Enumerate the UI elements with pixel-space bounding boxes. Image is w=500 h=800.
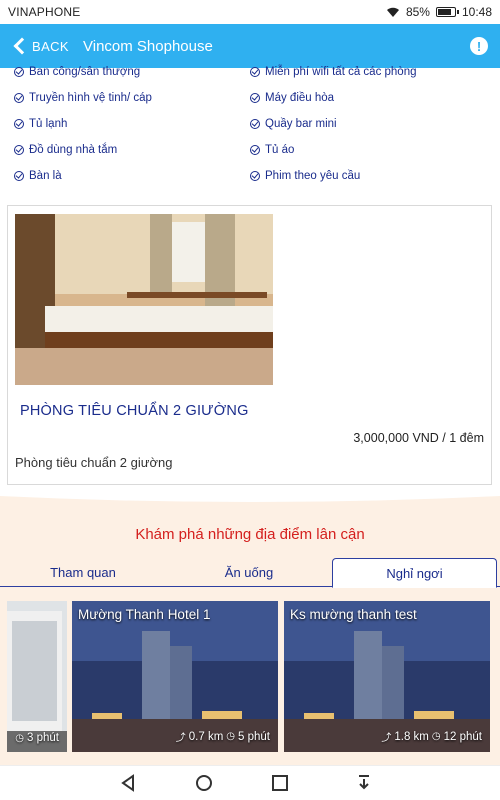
section-divider — [0, 490, 500, 502]
status-right: 85% 10:48 — [386, 5, 492, 19]
back-button[interactable]: BACK — [12, 37, 70, 55]
room-card[interactable]: PHÒNG TIÊU CHUẨN 2 GIƯỜNG 3,000,000 VND … — [7, 205, 492, 485]
notification-pull-icon[interactable] — [354, 773, 374, 793]
amenity-item: Máy điều hòa — [250, 92, 334, 104]
tab-tham-quan[interactable]: Tham quan — [0, 558, 166, 587]
nearby-section: Khám phá những địa điểm lân cận Tham qua… — [0, 490, 500, 765]
nearby-tabs: Tham quan Ăn uống Nghỉ ngơi — [0, 558, 500, 588]
app-bar: BACK Vincom Shophouse ! — [0, 24, 500, 68]
place-card[interactable]: Ks mường thanh test ⤴ 1.8 km ◷ 12 phút — [284, 601, 490, 752]
room-name: PHÒNG TIÊU CHUẨN 2 GIƯỜNG — [20, 403, 249, 419]
room-description: Phòng tiêu chuẩn 2 giường — [15, 455, 173, 470]
place-info: ⤴ 0.7 km ◷ 5 phút — [175, 730, 270, 745]
place-card[interactable]: Mường Thanh Hotel 1 ⤴ 0.7 km ◷ 5 phút — [72, 601, 278, 752]
clock: 10:48 — [461, 5, 492, 19]
battery-percent: 85% — [405, 5, 430, 19]
place-info: ⤴ 1.8 km ◷ 12 phút — [381, 730, 482, 745]
check-circle-icon — [14, 171, 24, 181]
amenity-item: Bàn là — [14, 170, 62, 182]
amenity-item: Miễn phí wifi tất cả các phòng — [250, 66, 417, 78]
tab-nghi-ngoi[interactable]: Nghỉ ngơi — [332, 558, 497, 588]
place-card[interactable]: ◷ 3 phút — [7, 601, 67, 752]
amenity-item: Quầy bar mini — [250, 118, 337, 130]
amenity-item: Ban công/sân thượng — [14, 66, 140, 78]
amenity-item: Tủ áo — [250, 144, 294, 156]
route-icon: ⤴ — [175, 733, 186, 744]
wifi-icon — [386, 7, 399, 17]
amenity-item: Tủ lạnh — [14, 118, 67, 130]
check-circle-icon — [250, 119, 260, 129]
back-label: BACK — [32, 38, 70, 54]
back-triangle-icon[interactable] — [118, 773, 138, 793]
room-price: 3,000,000 VND / 1 đêm — [353, 431, 484, 445]
check-circle-icon — [14, 145, 24, 155]
battery-icon — [435, 7, 459, 17]
carrier-name: VINAPHONE — [8, 5, 81, 19]
route-icon: ⤴ — [381, 733, 392, 744]
check-circle-icon — [250, 145, 260, 155]
clock-icon: ◷ — [431, 731, 441, 742]
info-icon[interactable]: ! — [470, 37, 488, 55]
recents-square-icon[interactable] — [270, 773, 290, 793]
check-circle-icon — [250, 67, 260, 77]
place-photo — [7, 601, 67, 752]
chevron-left-icon — [13, 37, 31, 55]
system-nav-bar — [0, 765, 500, 800]
tab-an-uong[interactable]: Ăn uống — [166, 558, 332, 587]
nearby-title: Khám phá những địa điểm lân cận — [135, 526, 365, 543]
room-photo — [15, 214, 273, 385]
check-circle-icon — [14, 93, 24, 103]
check-circle-icon — [14, 67, 24, 77]
check-circle-icon — [14, 119, 24, 129]
clock-icon: ◷ — [226, 731, 236, 742]
amenity-item: Đồ dùng nhà tắm — [14, 144, 117, 156]
status-bar: VINAPHONE 85% 10:48 — [0, 0, 500, 24]
amenity-item: Phim theo yêu cầu — [250, 170, 360, 182]
check-circle-icon — [250, 171, 260, 181]
nearby-places: ◷ 3 phút Mường Thanh Hotel 1 ⤴ 0.7 km ◷ … — [0, 597, 500, 755]
page-title: Vincom Shophouse — [83, 37, 213, 55]
clock-icon: ◷ — [15, 732, 25, 744]
home-circle-icon[interactable] — [194, 773, 214, 793]
amenity-item: Truyền hình vệ tinh/ cáp — [14, 92, 152, 104]
place-name: Mường Thanh Hotel 1 — [78, 607, 211, 622]
room-illustration — [15, 214, 273, 385]
place-info: ◷ 3 phút — [15, 732, 59, 744]
check-circle-icon — [250, 93, 260, 103]
place-name: Ks mường thanh test — [290, 607, 417, 622]
